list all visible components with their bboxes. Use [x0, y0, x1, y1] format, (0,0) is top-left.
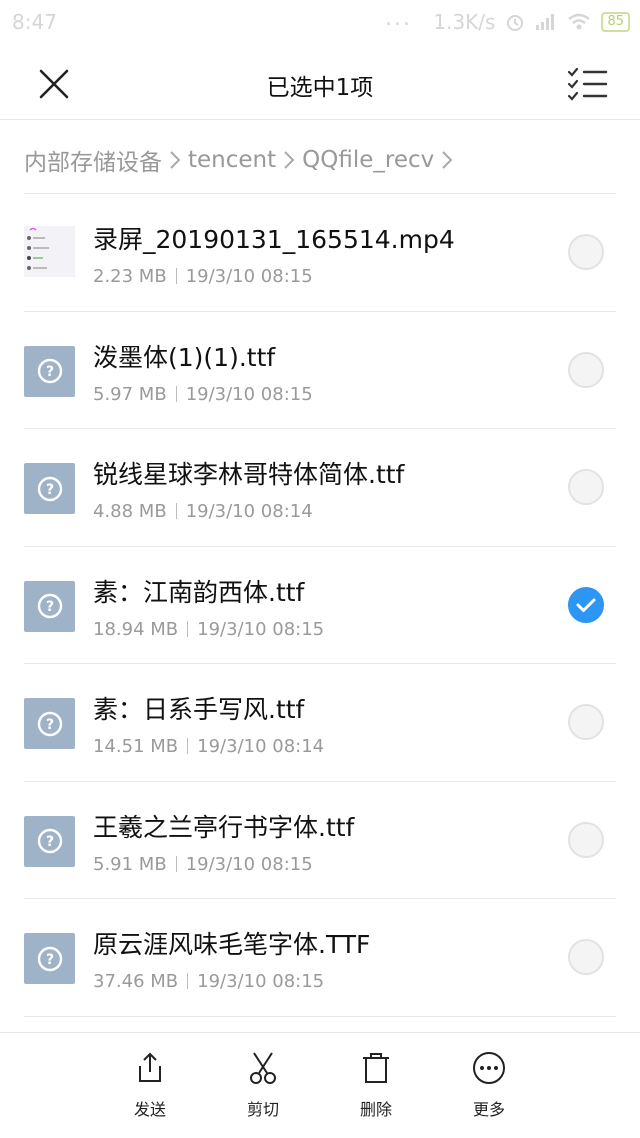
select-all-button[interactable]: [566, 64, 610, 104]
breadcrumb: 内部存储设备 tencent QQfile_recv: [24, 142, 460, 178]
file-meta: 18.94 MB 19/3/10 08:15: [93, 619, 324, 640]
send-label: 发送: [133, 1100, 166, 1119]
chevron-right-icon: [170, 151, 181, 169]
svg-text:?: ?: [45, 717, 53, 733]
file-date: 19/3/10 08:15: [185, 266, 313, 287]
unknown-file-icon: ?: [24, 345, 75, 397]
unknown-file-icon: ?: [24, 580, 75, 632]
file-name: 王羲之兰亭行书字体.ttf: [93, 812, 355, 842]
meta-separator: [175, 503, 177, 519]
file-size: 4.88 MB: [93, 501, 167, 522]
selection-checkbox-checked[interactable]: [568, 586, 604, 623]
svg-text:?: ?: [45, 834, 53, 850]
alarm-icon: [507, 15, 524, 31]
file-name: 泼墨体(1)(1).ttf: [93, 342, 276, 372]
video-thumbnail: [24, 226, 75, 277]
cut-label: 剪切: [246, 1100, 279, 1119]
chevron-right-icon: [284, 151, 295, 169]
file-meta: 4.88 MB 19/3/10 08:14: [93, 501, 313, 522]
meta-separator: [175, 385, 177, 402]
svg-text:?: ?: [45, 599, 53, 615]
file-size: 14.51 MB: [93, 736, 179, 757]
file-date: 19/3/10 08:15: [197, 618, 325, 640]
file-list: 录屏_20190131_165514.mp4 2.23 MB 19/3/10 08…: [0, 194, 640, 1017]
unknown-file-icon: ?: [24, 815, 75, 867]
file-meta: 14.51 MB 19/3/10 08:14: [93, 736, 324, 757]
meta-separator: [175, 855, 177, 872]
signal-icon: [536, 14, 555, 30]
checkmark-icon: [576, 598, 596, 612]
selection-checkbox[interactable]: [568, 821, 604, 858]
bottom-toolbar: 发送 剪切 删除 更多: [0, 1032, 640, 1138]
share-icon: [139, 1052, 161, 1082]
header-divider: [0, 119, 640, 120]
file-date: 19/3/10 08:14: [185, 501, 313, 522]
header: 已选中1项: [0, 46, 640, 120]
meta-separator: [187, 620, 189, 637]
file-meta: 5.91 MB 19/3/10 08:15: [93, 854, 313, 875]
delete-button[interactable]: 删除: [336, 1050, 416, 1120]
file-name: 素：江南韵西体.ttf: [93, 577, 305, 607]
file-meta: 2.23 MB 19/3/10 08:15: [93, 266, 313, 287]
file-row[interactable]: ? 王羲之兰亭行书字体.ttf 5.91 MB 19/3/10 08:15: [0, 782, 640, 900]
file-row[interactable]: ? 锐线星球李林哥特体简体.ttf 4.88 MB 19/3/10 08:14: [0, 429, 640, 547]
chevron-right-icon: [442, 151, 453, 169]
file-name: 原云涯风味毛笔字体.TTF: [93, 930, 371, 959]
file-date: 19/3/10 08:14: [197, 736, 325, 757]
unknown-file-icon: ?: [24, 933, 75, 984]
file-size: 5.91 MB: [93, 853, 167, 875]
file-meta: 37.46 MB 19/3/10 08:15: [93, 971, 324, 992]
more-label: 更多: [472, 1100, 505, 1119]
file-size: 5.97 MB: [93, 383, 167, 405]
file-row[interactable]: ? 素：江南韵西体.ttf 18.94 MB 19/3/10 08:15: [0, 547, 640, 665]
scissors-icon: [250, 1052, 276, 1084]
selection-checkbox[interactable]: [568, 351, 604, 388]
file-date: 19/3/10 08:15: [197, 971, 325, 992]
meta-separator: [187, 738, 189, 754]
cut-button[interactable]: 剪切: [223, 1050, 303, 1120]
svg-text:?: ?: [45, 952, 53, 968]
file-date: 19/3/10 08:15: [185, 383, 313, 405]
svg-text:?: ?: [45, 364, 53, 380]
file-row[interactable]: ? 素：日系手写风.ttf 14.51 MB 19/3/10 08:14: [0, 664, 640, 782]
selection-checkbox[interactable]: [568, 939, 604, 975]
unknown-file-icon: ?: [24, 463, 75, 514]
file-date: 19/3/10 08:15: [185, 853, 313, 875]
trash-icon: [363, 1053, 389, 1083]
network-speed: 1.3K/s: [433, 10, 496, 34]
more-button[interactable]: 更多: [449, 1050, 529, 1120]
status-dots: ...: [385, 6, 412, 31]
wifi-icon: [568, 13, 591, 30]
page-title: 已选中1项: [266, 75, 374, 101]
svg-text:?: ?: [45, 482, 53, 498]
file-row[interactable]: ? 原云涯风味毛笔字体.TTF 37.46 MB 19/3/10 08:15: [0, 899, 640, 1017]
status-bar: 8:47 ... 1.3K/s 85: [0, 0, 640, 46]
breadcrumb-item-tencent[interactable]: tencent: [188, 147, 276, 173]
file-name: 录屏_20190131_165514.mp4: [93, 225, 455, 254]
selection-checkbox[interactable]: [568, 469, 604, 505]
battery-indicator: 85: [601, 12, 630, 32]
meta-separator: [187, 973, 189, 989]
file-size: 37.46 MB: [93, 971, 179, 992]
send-button[interactable]: 发送: [110, 1050, 190, 1120]
file-row[interactable]: 录屏_20190131_165514.mp4 2.23 MB 19/3/10 08…: [0, 194, 640, 312]
checklist-icon: [567, 67, 608, 101]
status-time: 8:47: [12, 10, 57, 34]
unknown-file-icon: ?: [24, 698, 75, 749]
delete-label: 删除: [359, 1100, 392, 1119]
selection-checkbox[interactable]: [568, 234, 604, 270]
file-meta: 5.97 MB 19/3/10 08:15: [93, 384, 313, 405]
more-icon: [473, 1052, 505, 1084]
toolbar-divider: [0, 1032, 640, 1033]
file-size: 18.94 MB: [93, 618, 179, 640]
status-right: 1.3K/s 85: [433, 10, 630, 34]
selection-checkbox[interactable]: [568, 704, 604, 740]
meta-separator: [175, 268, 177, 284]
breadcrumb-item-qqfile-recv[interactable]: QQfile_recv: [302, 147, 434, 173]
breadcrumb-item-internal-storage[interactable]: 内部存储设备: [24, 143, 162, 177]
file-row[interactable]: ? 泼墨体(1)(1).ttf 5.97 MB 19/3/10 08:15: [0, 312, 640, 430]
file-name: 素：日系手写风.ttf: [93, 695, 305, 724]
file-size: 2.23 MB: [93, 266, 167, 287]
file-name: 锐线星球李林哥特体简体.ttf: [93, 460, 405, 489]
